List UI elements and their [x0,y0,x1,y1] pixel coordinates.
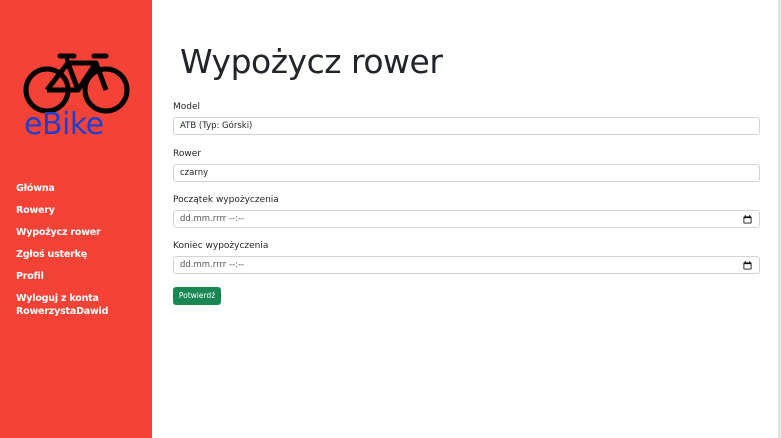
start-date-label: Początek wypożyczenia [173,195,279,205]
logo-text: eBike [24,107,104,142]
model-value: ATB (Typ: Górski) [180,121,253,131]
bike-value: czarny [180,168,209,178]
confirm-button[interactable]: Potwierdź [173,287,221,305]
model-label: Model [173,102,201,112]
bike-select[interactable]: czarny [173,164,760,182]
end-date-input[interactable]: dd.mm.rrrr --:-- [173,256,760,274]
nav-item-logout[interactable]: Wyloguj z konta RowerzystaDawid [16,292,116,318]
start-date-input[interactable]: dd.mm.rrrr --:-- [173,210,760,228]
nav-item-rent-bike[interactable]: Wypożycz rower [16,226,146,239]
logo[interactable]: eBike [22,52,130,144]
start-date-value: dd.mm.rrrr --:-- [180,214,245,224]
end-date-label: Koniec wypożyczenia [173,241,269,251]
calendar-icon[interactable] [743,261,752,270]
page-title: Wypożycz rower [180,42,443,81]
bike-label: Rower [173,149,201,159]
nav-item-profile[interactable]: Profil [16,270,146,283]
calendar-icon[interactable] [743,215,752,224]
sidebar: eBike Główna Rowery Wypożycz rower Zgłoś… [0,0,152,438]
nav-item-report-issue[interactable]: Zgłoś usterkę [16,248,146,261]
end-date-value: dd.mm.rrrr --:-- [180,260,245,270]
nav-item-home[interactable]: Główna [16,182,146,195]
nav-item-bikes[interactable]: Rowery [16,204,146,217]
sidebar-nav: Główna Rowery Wypożycz rower Zgłoś uster… [16,182,146,327]
model-select[interactable]: ATB (Typ: Górski) [173,117,760,135]
